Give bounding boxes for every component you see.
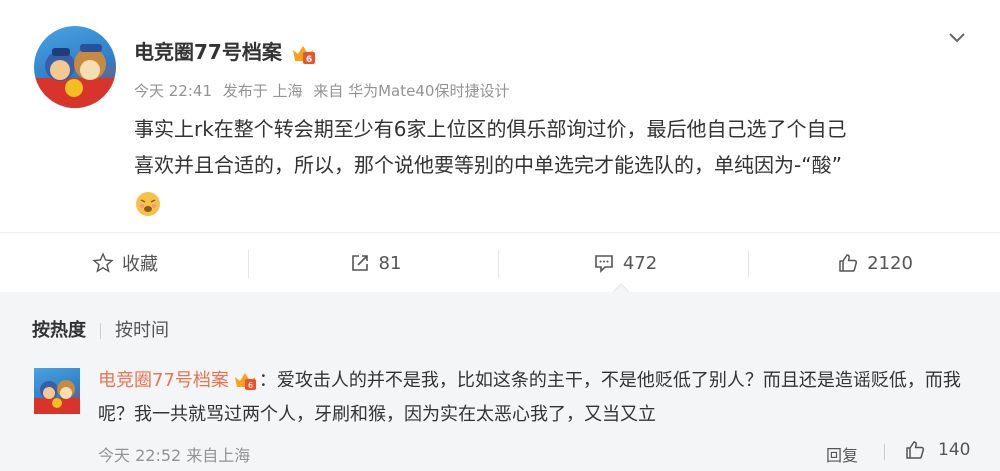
repost-icon [351, 255, 368, 271]
author-avatar[interactable] [34, 26, 116, 108]
weibo-post-card: 电竞圈77号档案 6 今天 22:41 发布于 上海 来自 华为Mate40保时… [0, 0, 1000, 232]
reply-button[interactable]: 回复 [826, 442, 858, 466]
comments-section: 按热度 按时间 电竞圈77号档案 6 ：爱攻击人的并不是我，比如这条的主干，不是他… [0, 292, 1000, 471]
repost-count: 81 [378, 252, 402, 274]
comment-icon [595, 255, 613, 273]
post-content-line-1: 事实上rk在整个转会期至少有6家上位区的俱乐部询过价，最后他自己选了个自己 [134, 117, 847, 141]
tab-separator [100, 323, 101, 339]
action-divider [248, 250, 249, 278]
post-source: 来自 华为Mate40保时捷设计 [313, 82, 510, 100]
comment-like-count: 140 [938, 440, 971, 460]
chevron-down-icon[interactable] [946, 26, 968, 48]
sort-by-hot-tab[interactable]: 按热度 [32, 320, 86, 341]
svg-text:6: 6 [248, 381, 253, 390]
post-content: 事实上rk在整个转会期至少有6家上位区的俱乐部询过价，最后他自己选了个自己 喜欢… [134, 111, 974, 183]
vip-crown-icon: 6 [234, 373, 256, 390]
favorite-button[interactable]: 收藏 [0, 233, 250, 293]
commenter-name[interactable]: 电竞圈77号档案 [98, 370, 229, 391]
post-location: 发布于 上海 [222, 82, 303, 100]
thumbs-up-icon [906, 441, 925, 459]
like-button[interactable]: 2120 [750, 233, 1000, 293]
author-name[interactable]: 电竞圈77号档案 6 [134, 36, 316, 65]
comment-footer-divider [884, 444, 885, 460]
action-divider [498, 250, 499, 278]
thumbs-up-icon [839, 254, 858, 272]
favorite-label: 收藏 [122, 254, 158, 275]
post-content-line-2: 喜欢并且合适的，所以，那个说他要等别的中单选完才能选队的，单纯因为-“酸” [134, 153, 842, 177]
star-icon [92, 252, 114, 273]
post-meta: 今天 22:41 发布于 上海 来自 华为Mate40保时捷设计 [134, 80, 515, 101]
commenter-avatar[interactable] [34, 368, 80, 414]
comment-sort-tabs: 按热度 按时间 [32, 316, 169, 342]
action-divider [748, 250, 749, 278]
vip-crown-icon: 6 [292, 45, 315, 65]
post-time[interactable]: 今天 22:41 [134, 82, 212, 100]
sour-face-emoji-icon [136, 192, 160, 216]
comment-time: 今天 22:52 来自上海 [98, 446, 251, 465]
repost-button[interactable]: 81 [250, 233, 500, 293]
comment-item: 电竞圈77号档案 6 ：爱攻击人的并不是我，比如这条的主干，不是他贬低了别人？而… [98, 364, 978, 432]
post-action-bar: 收藏 81 472 2120 [0, 232, 1000, 293]
author-name-text[interactable]: 电竞圈77号档案 [134, 40, 282, 64]
svg-text:6: 6 [306, 55, 312, 65]
sort-by-time-tab[interactable]: 按时间 [115, 320, 169, 341]
comment-like-button[interactable]: 140 [904, 439, 970, 461]
like-count: 2120 [867, 252, 913, 274]
comment-count: 472 [622, 252, 658, 274]
